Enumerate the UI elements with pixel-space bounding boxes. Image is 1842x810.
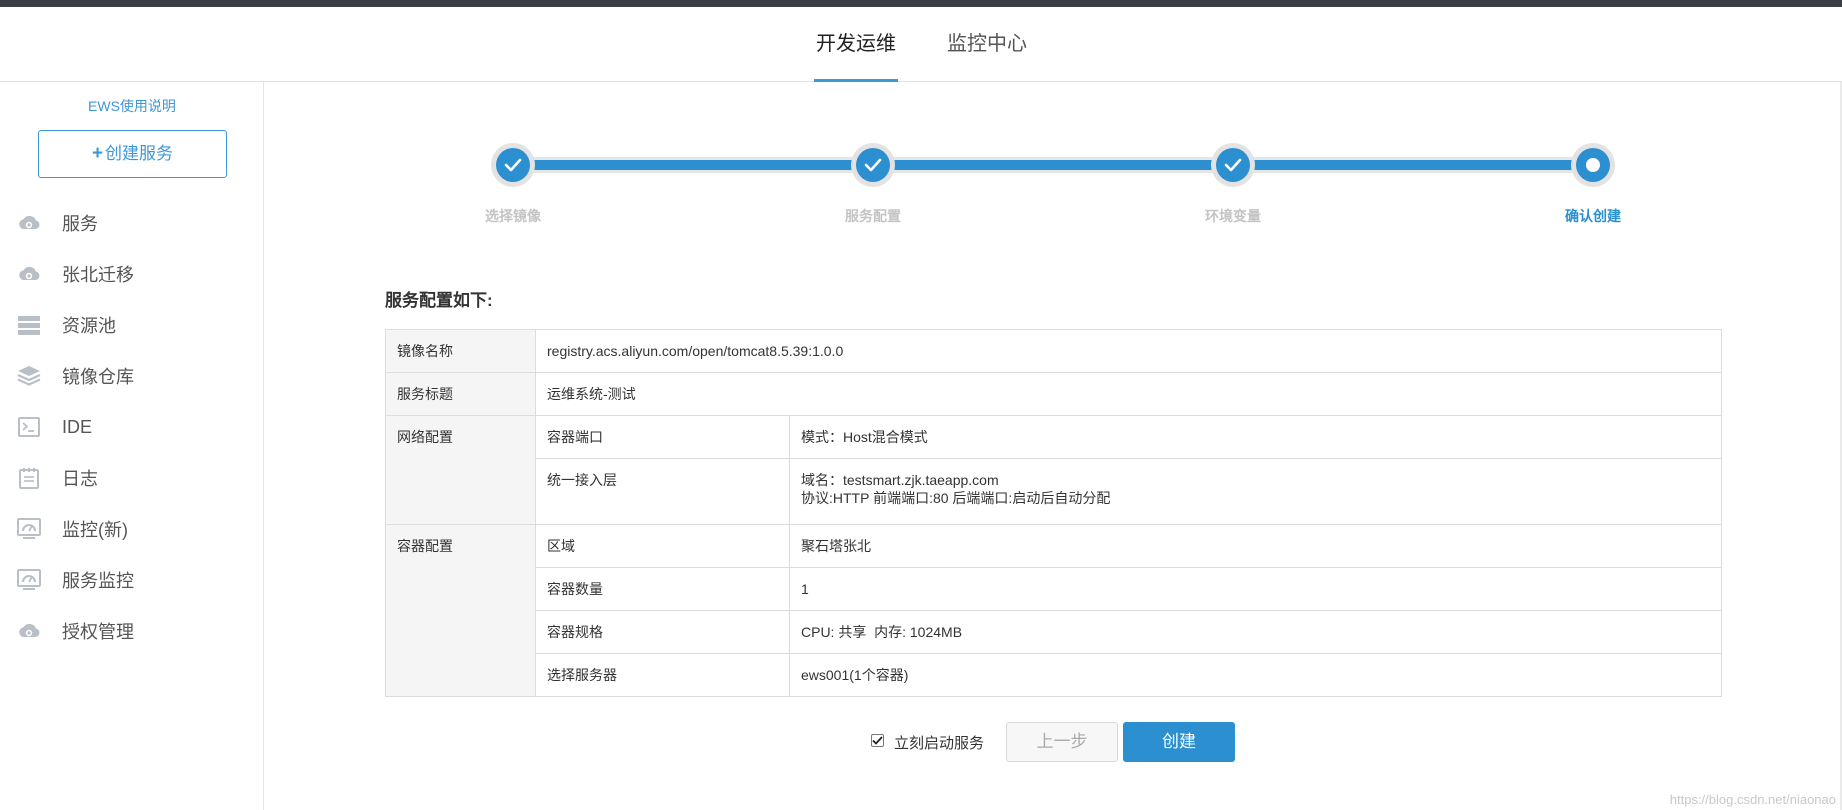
container-count-value: 1 [789,567,1722,611]
region-label: 区域 [535,524,790,568]
sidebar-item-service-monitor[interactable]: 服务监控 [0,558,264,602]
current-step-dot-icon [1586,158,1600,172]
server-stack-icon [16,312,42,338]
container-spec-label: 容器规格 [535,610,790,654]
check-icon [1224,158,1242,172]
sidebar-item-log[interactable]: 日志 [0,456,264,500]
image-name-label: 镜像名称 [385,329,536,373]
cloud-gear-icon [16,210,42,236]
sidebar-item-ide[interactable]: IDE [0,405,264,449]
sidebar-item-label: 服务 [62,214,98,234]
summary-title: 服务配置如下: [385,291,493,310]
previous-step-button[interactable]: 上一步 [1006,722,1118,762]
table-row: 容器规格 CPU: 共享 内存: 1024MB [386,610,1722,654]
main-content: 选择镜像 服务配置 环境变量 确认创建 服务配置如下: 镜像名称 registr… [265,82,1842,810]
tab-dev-ops[interactable]: 开发运维 [814,7,898,82]
create-service-label: 创建服务 [105,144,174,163]
sidebar-item-auth-management[interactable]: 授权管理 [0,609,264,653]
create-service-button[interactable]: + 创建服务 [38,130,227,178]
check-icon [872,736,883,745]
check-icon [864,158,882,172]
table-row: 网络配置 容器端口 模式：Host混合模式 [385,415,1722,525]
container-port-value: 模式：Host混合模式 [789,415,1722,459]
table-row: 容器配置 区域 聚石塔张北 [385,524,1722,697]
region-value: 聚石塔张北 [789,524,1722,568]
container-spec-value: CPU: 共享 内存: 1024MB [789,610,1722,654]
sidebar-item-label: 服务监控 [62,571,134,591]
container-port-label: 容器端口 [535,415,790,459]
step-node-env-vars [1211,143,1255,187]
step-node-confirm-create [1571,143,1615,187]
gateway-domain: 域名：testsmart.zjk.taeapp.com [801,472,999,488]
monitor-gauge-icon [16,516,42,542]
network-config-label: 网络配置 [385,415,536,525]
service-title-label: 服务标题 [385,372,536,416]
sidebar-item-image-registry[interactable]: 镜像仓库 [0,354,264,398]
sidebar-item-label: 镜像仓库 [62,367,134,387]
cloud-gear-icon [16,261,42,287]
check-icon [504,158,522,172]
terminal-icon [16,414,42,440]
start-now-checkbox[interactable] [871,734,884,747]
step-label-confirm-create: 确认创建 [1565,208,1621,224]
step-node-service-config [851,143,895,187]
sidebar-item-label: 资源池 [62,316,116,336]
tab-monitor-center[interactable]: 监控中心 [947,7,1027,82]
ews-help-link[interactable]: EWS使用说明 [0,96,264,116]
sidebar-item-monitor-new[interactable]: 监控(新) [0,507,264,551]
config-summary-table: 镜像名称 registry.acs.aliyun.com/open/tomcat… [385,329,1722,697]
monitor-gauge-icon [16,567,42,593]
sidebar-item-label: 监控(新) [62,520,128,540]
steps-progress-bar [513,160,1588,170]
container-config-label: 容器配置 [385,524,536,697]
log-icon [16,465,42,491]
table-row: 统一接入层 域名：testsmart.zjk.taeapp.com 协议:HTT… [386,458,1722,525]
start-now-label[interactable]: 立刻启动服务 [894,732,984,753]
plus-icon: + [91,143,104,164]
create-button[interactable]: 创建 [1123,722,1235,762]
sidebar: EWS使用说明 + 创建服务 服务 张北迁移 资源池 镜像仓库 IDE 日志 监… [0,82,264,810]
cloud-gear-icon [16,618,42,644]
table-row: 镜像名称 registry.acs.aliyun.com/open/tomcat… [385,329,1722,373]
sidebar-item-resource-pool[interactable]: 资源池 [0,303,264,347]
top-nav: 开发运维 监控中心 [0,7,1842,82]
step-node-select-image [491,143,535,187]
window-top-strip [0,0,1842,7]
step-label-select-image: 选择镜像 [485,208,541,224]
server-value: ews001(1个容器) [789,653,1722,697]
service-title-value: 运维系统-测试 [535,372,1722,416]
step-label-service-config: 服务配置 [845,208,901,224]
step-label-env-vars: 环境变量 [1205,208,1261,224]
watermark: https://blog.csdn.net/niaonao [1669,792,1836,807]
server-label: 选择服务器 [535,653,790,697]
sidebar-item-service[interactable]: 服务 [0,201,264,245]
sidebar-item-label: 日志 [62,469,98,489]
table-row: 服务标题 运维系统-测试 [385,372,1722,416]
sidebar-item-zhangbei-migration[interactable]: 张北迁移 [0,252,264,296]
layers-icon [16,363,42,389]
gateway-protocol: 协议:HTTP 前端端口:80 后端端口:启动后自动分配 [801,490,1111,506]
image-name-value: registry.acs.aliyun.com/open/tomcat8.5.3… [535,329,1722,373]
table-row: 容器数量 1 [386,567,1722,611]
gateway-label: 统一接入层 [535,458,790,525]
sidebar-item-label: 授权管理 [62,622,134,642]
sidebar-item-label: IDE [62,416,93,437]
sidebar-item-label: 张北迁移 [62,265,134,285]
table-row: 选择服务器 ews001(1个容器) [386,653,1722,697]
container-count-label: 容器数量 [535,567,790,611]
action-bar: 立刻启动服务 上一步 创建 [265,722,1842,762]
gateway-value: 域名：testsmart.zjk.taeapp.com 协议:HTTP 前端端口… [789,458,1722,525]
